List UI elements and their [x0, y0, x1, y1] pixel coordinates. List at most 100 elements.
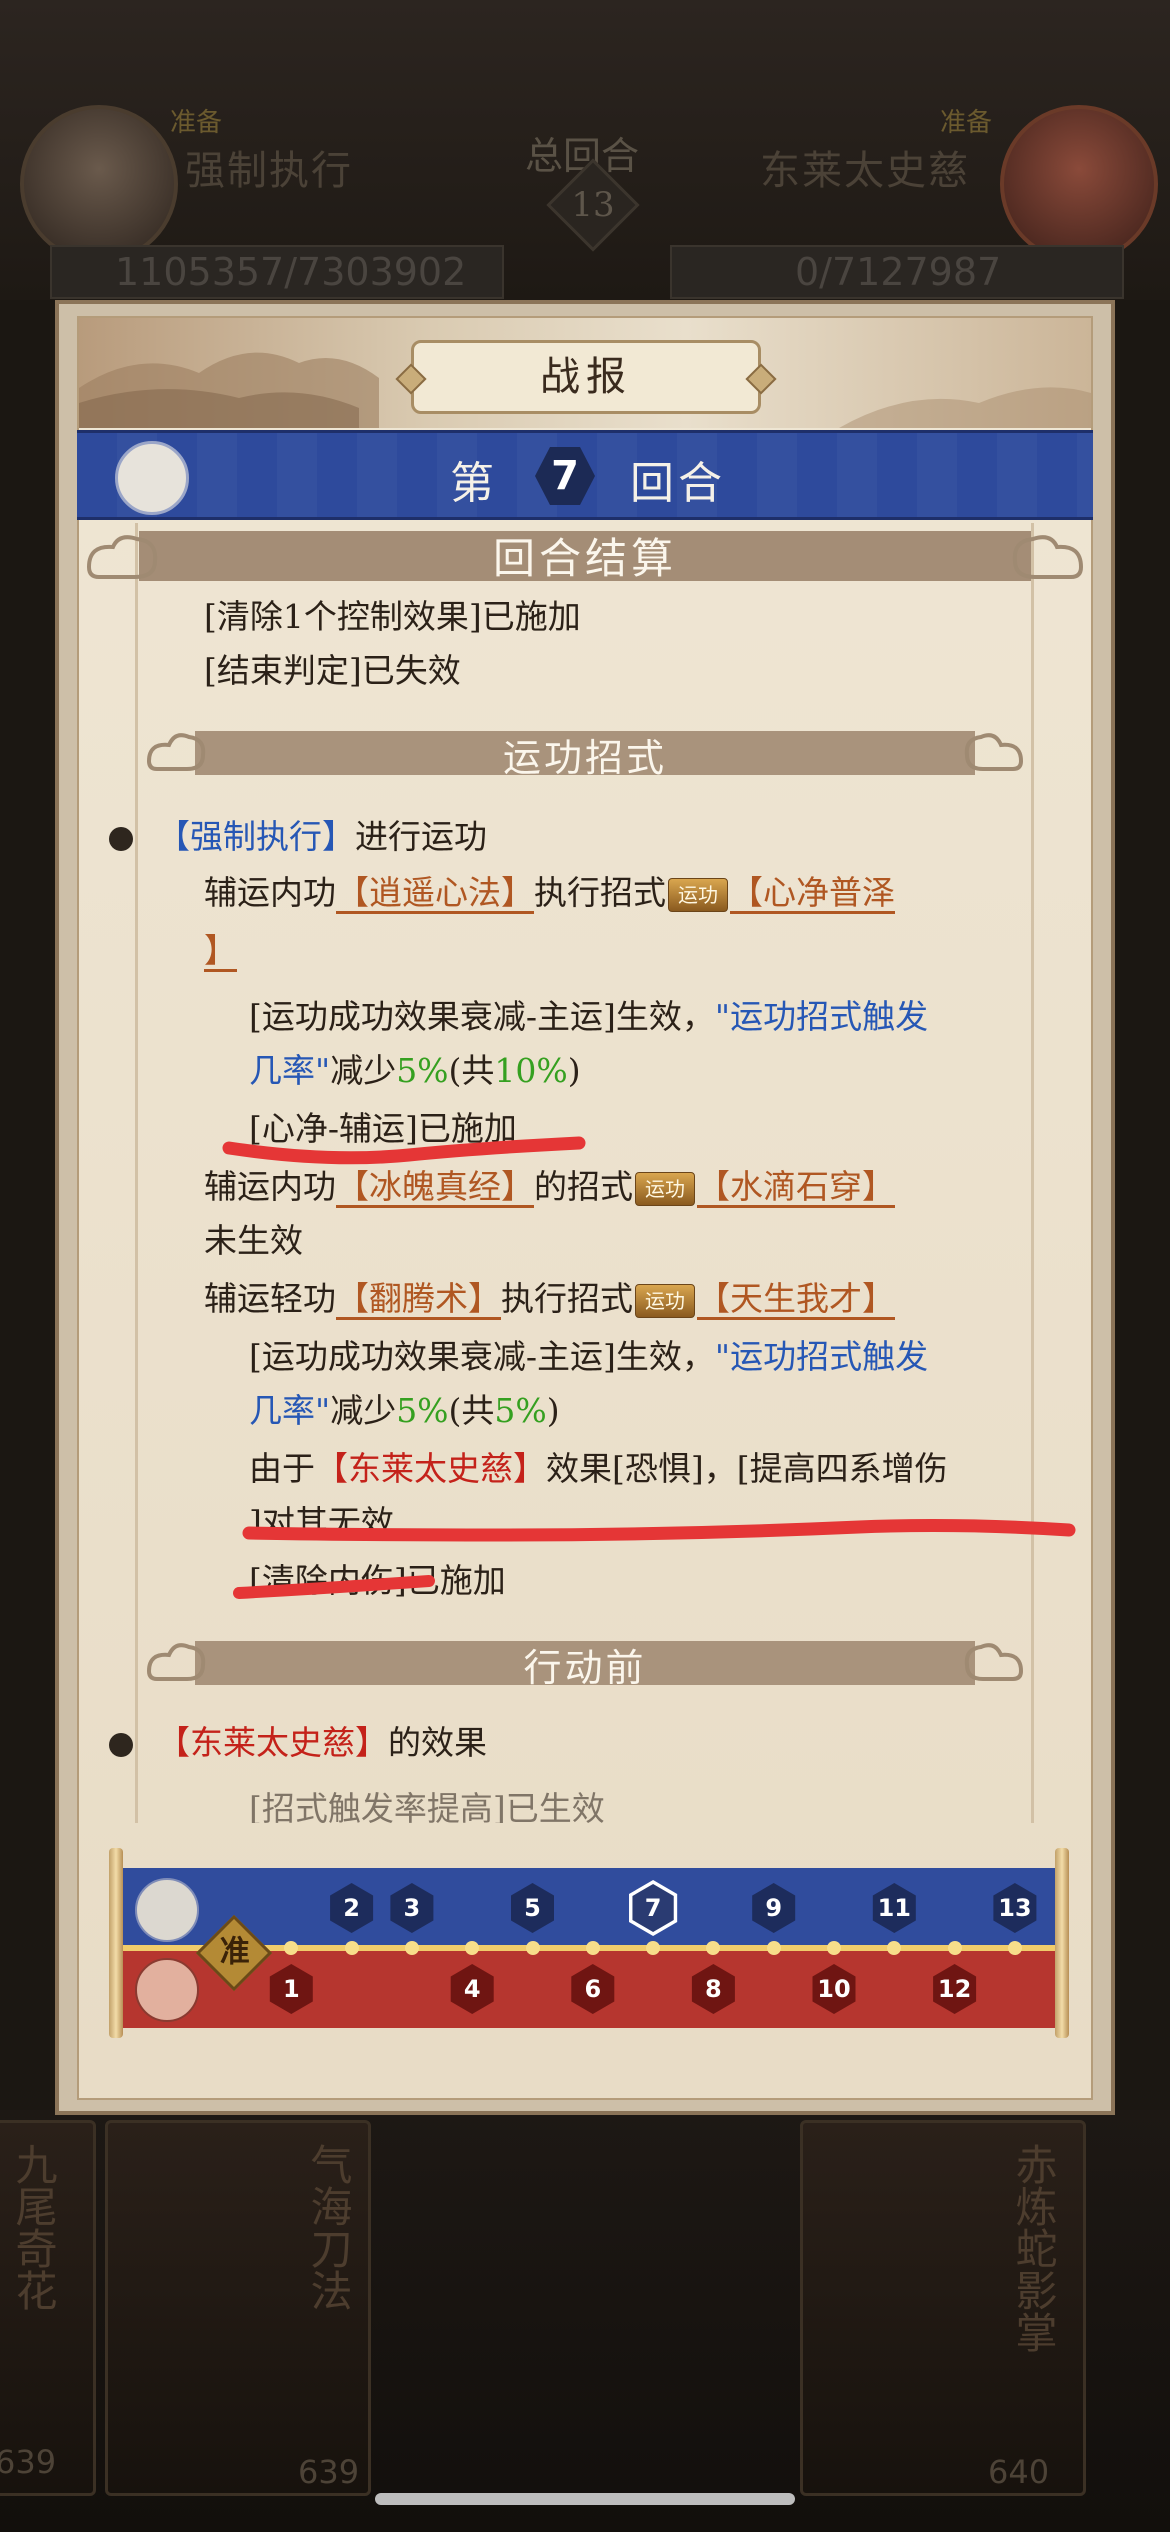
section-header-settlement: 回合结算 [79, 523, 1091, 589]
percent-total: 10% [494, 1051, 568, 1090]
battle-report-dialog: 战报 第 7 回合 回合结算 [清除1个控制效果]已施加 [结束判定]已失效 运… [55, 300, 1115, 2115]
log-text: (共 [448, 1391, 495, 1430]
right-player-name: 东莱太史慈 [760, 148, 970, 194]
skill-card-number: 640 [988, 2453, 1050, 2491]
log-line: 几率"减少5%(共5%) [249, 1387, 560, 1435]
move-name[interactable]: 【心净普泽 [730, 873, 895, 912]
enemy-avatar-icon [135, 1958, 199, 2022]
actor-name[interactable]: 【强制执行】 [157, 817, 355, 856]
log-line: ]对其无效 [249, 1503, 394, 1542]
enemy-name[interactable]: 【东莱太史慈】 [315, 1449, 546, 1488]
log-text: 进行运功 [355, 817, 487, 856]
log-line: [招式触发率提高]已生效 [249, 1789, 605, 1823]
player-avatar-icon [135, 1878, 199, 1942]
log-text: 辅运内功 [204, 873, 336, 912]
log-line: 几率"减少5%(共10%) [249, 1047, 581, 1095]
timeline-dot [646, 1941, 661, 1955]
skill-card-title: 九尾奇花 [9, 2143, 58, 2311]
skill-tag: 运功 [635, 1172, 695, 1206]
log-text: 辅运内功 [204, 1167, 336, 1206]
log-line: 【强制执行】进行运功 [109, 813, 487, 861]
log-line: 未生效 [204, 1221, 303, 1260]
effect-quote: "运功招式触发 [714, 997, 929, 1036]
section-title: 运功招式 [502, 736, 667, 780]
move-name-end: 】 [204, 931, 237, 970]
timeline-dot [585, 1941, 600, 1955]
skill-card-number: 639 [0, 2443, 57, 2481]
log-line: [运功成功效果衰减-主运]生效，"运功招式触发 [249, 1333, 928, 1381]
timeline-post [1055, 1848, 1069, 2038]
log-line: 辅运轻功【翻腾术】执行招式 运功 【天生我才】 [204, 1275, 895, 1323]
home-indicator[interactable] [375, 2493, 795, 2505]
timeline-dot [525, 1941, 540, 1955]
timeline-dot [344, 1941, 359, 1955]
log-text: ) [546, 1391, 560, 1430]
log-text: 执行招式 [534, 873, 666, 912]
skill-card-title: 赤炼蛇影掌 [1009, 2143, 1058, 2353]
percent-value: 5% [396, 1391, 449, 1430]
log-text: [运功成功效果衰减-主运]生效， [249, 997, 715, 1036]
section-title: 回合结算 [492, 534, 677, 583]
right-player-avatar [1000, 105, 1158, 263]
skill-card-number: 639 [298, 2453, 360, 2491]
skill-name[interactable]: 【逍遥心法】 [336, 873, 534, 912]
effect-quote: 几率" [249, 1391, 331, 1430]
log-text: 效果[恐惧]，[提高四系增伤 [546, 1449, 948, 1488]
left-player-status: 准备 [170, 108, 223, 138]
bullet-icon [109, 827, 133, 851]
log-line: [清除内伤]已施加 [249, 1561, 506, 1600]
frame-line [135, 523, 138, 1823]
round-prefix: 第 [450, 458, 498, 509]
left-player-name: 强制执行 [185, 148, 353, 194]
log-line: 由于【东莱太史慈】效果[恐惧]，[提高四系增伤 [249, 1445, 948, 1493]
log-text: 执行招式 [501, 1279, 633, 1318]
log-line: [运功成功效果衰减-主运]生效，"运功招式触发 [249, 993, 928, 1041]
log-text: [运功成功效果衰减-主运]生效， [249, 1337, 715, 1376]
battle-report-panel: 战报 第 7 回合 回合结算 [清除1个控制效果]已施加 [结束判定]已失效 运… [77, 316, 1093, 2100]
log-text: 的效果 [388, 1723, 487, 1762]
percent-value: 5% [396, 1051, 449, 1090]
skill-tag: 运功 [635, 1284, 695, 1318]
log-line: 辅运内功【冰魄真经】的招式 运功 【水滴石穿】 [204, 1163, 895, 1211]
section-header-before-action: 行动前 [145, 1635, 1025, 1690]
log-line: [清除1个控制效果]已施加 [204, 597, 581, 636]
skill-card-title: 气海刀法 [304, 2143, 353, 2311]
left-player-avatar [20, 105, 178, 263]
log-text: 减少 [330, 1391, 397, 1430]
skill-card-2[interactable]: 气海刀法 639 [105, 2120, 371, 2496]
log-text: 由于 [249, 1449, 315, 1488]
move-name[interactable]: 【天生我才】 [697, 1279, 895, 1318]
move-name[interactable]: 【水滴石穿】 [697, 1167, 895, 1206]
section-header-skills: 运功招式 [145, 725, 1025, 780]
skill-name[interactable]: 【冰魄真经】 [336, 1167, 534, 1206]
log-text: (共 [448, 1051, 495, 1090]
right-player-status: 准备 [940, 108, 993, 138]
timeline-dot [1007, 1941, 1022, 1955]
skill-card-1[interactable]: 九尾奇花 639 [0, 2120, 96, 2496]
skill-card-3[interactable]: 赤炼蛇影掌 640 [800, 2120, 1086, 2496]
log-line: 】 [204, 927, 237, 975]
left-hp-text: 1105357/7303902 [115, 250, 467, 294]
round-suffix: 回合 [630, 458, 726, 509]
report-scroll-area[interactable]: 回合结算 [清除1个控制效果]已施加 [结束判定]已失效 运功招式 【强制执行】… [79, 523, 1091, 1823]
log-line: 辅运内功【逍遥心法】执行招式 运功 【心净普泽 [204, 869, 895, 917]
timeline-dot [947, 1941, 962, 1955]
dialog-title: 战报 [540, 354, 632, 400]
effect-quote: "运功招式触发 [714, 1337, 929, 1376]
log-text: 的招式 [534, 1167, 633, 1206]
log-text: ) [567, 1051, 581, 1090]
round-number-badge: 7 [535, 447, 595, 505]
timeline-dot [404, 1941, 419, 1955]
timeline-post [109, 1848, 123, 2038]
current-round-number: 7 [632, 1884, 674, 1932]
log-text: 减少 [330, 1051, 397, 1090]
effect-quote: 几率" [249, 1051, 331, 1090]
player-avatar-icon [115, 441, 189, 515]
total-round-number: 13 [571, 185, 615, 225]
right-hp-text: 0/7127987 [795, 250, 1002, 294]
enemy-name[interactable]: 【东莱太史慈】 [157, 1723, 388, 1762]
timeline-dot [827, 1941, 841, 1955]
turn-order-timeline: 准 2 3 5 7 9 11 13 1 4 6 8 10 12 [109, 1848, 1069, 2038]
log-line: 【东莱太史慈】的效果 [109, 1719, 487, 1767]
skill-name[interactable]: 【翻腾术】 [336, 1279, 501, 1318]
